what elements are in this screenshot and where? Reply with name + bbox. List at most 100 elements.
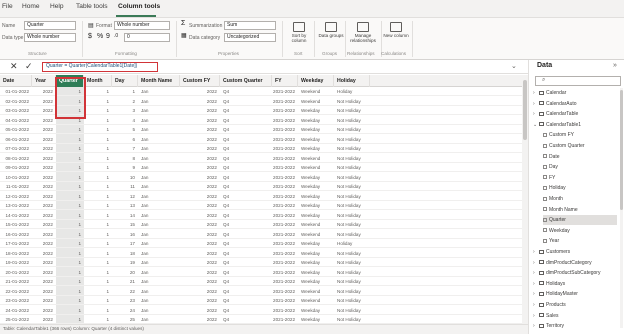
table-row[interactable]: 10-01-2022 2022 1 1 10 Jan 2022 Q4 2021-2022 Week…: [0, 173, 522, 182]
table-cell: 2022: [206, 193, 217, 199]
table-cell: 2022: [206, 317, 217, 322]
comma-button[interactable]: 9: [106, 33, 110, 40]
pane-scroll-thumb[interactable]: [620, 90, 623, 210]
table-row[interactable]: 07-01-2022 2022 1 1 7 Jan 2022 Q4 2021-2022 Weekd…: [0, 144, 522, 153]
data-category-select[interactable]: Uncategorized: [224, 33, 276, 42]
table-item-calendar[interactable]: › Calendar: [533, 88, 617, 98]
column-header-year[interactable]: Year: [32, 75, 56, 87]
decimal-places-input[interactable]: 0: [124, 33, 170, 42]
field-item-weekday[interactable]: Weekday: [543, 226, 617, 236]
table-row[interactable]: 08-01-2022 2022 1 1 8 Jan 2022 Q4 2021-2022 Weeke…: [0, 154, 522, 163]
field-item-date[interactable]: Date: [543, 152, 617, 162]
table-item-holidaymaster[interactable]: › HolidayMaster: [533, 289, 617, 299]
table-cell: 2022: [206, 146, 217, 151]
manage-relationships-button[interactable]: Manage relationships: [346, 20, 380, 50]
table-item-calendarauto[interactable]: › CalendarAuto: [533, 99, 617, 109]
table-cell: Jan: [141, 307, 149, 313]
table-cell: 2022: [206, 212, 217, 218]
table-item-calendartable1[interactable]: ⌄ CalendarTable1: [533, 120, 617, 130]
table-item-calendartable[interactable]: › CalendarTable: [533, 109, 617, 119]
percent-button[interactable]: %: [97, 33, 103, 40]
menu-home[interactable]: Home: [22, 3, 40, 10]
table-row[interactable]: 20-01-2022 2022 1 1 20 Jan 2022 Q4 2021-2022 Week…: [0, 268, 522, 277]
table-row[interactable]: 24-01-2022 2022 1 1 24 Jan 2022 Q4 2021-2022 Week…: [0, 306, 522, 315]
column-header-month-name[interactable]: Month Name: [138, 75, 180, 87]
commit-formula-icon[interactable]: ✓: [25, 61, 33, 72]
new-column-button[interactable]: New column: [381, 20, 411, 50]
collapse-pane-icon[interactable]: »: [613, 62, 617, 69]
table-row[interactable]: 22-01-2022 2022 1 1 22 Jan 2022 Q4 2021-2022 Week…: [0, 287, 522, 296]
table-item-dimproductsubcategory[interactable]: › dimProductSubCategory: [533, 268, 617, 278]
table-cell: Jan: [141, 165, 149, 170]
item-label: Calendar: [546, 90, 567, 96]
sort-by-column-button[interactable]: Sort by column: [284, 20, 314, 50]
table-cell: Jan: [141, 155, 149, 161]
table-row[interactable]: 09-01-2022 2022 1 1 9 Jan 2022 Q4 2021-2022 Weeke…: [0, 163, 522, 172]
table-row[interactable]: 11-01-2022 2022 1 1 11 Jan 2022 Q4 2021-2022 Week…: [0, 182, 522, 191]
table-row[interactable]: 14-01-2022 2022 1 1 14 Jan 2022 Q4 2021-2022 Week…: [0, 211, 522, 220]
table-item-products[interactable]: › Products: [533, 300, 617, 310]
column-header-date[interactable]: Date: [0, 75, 32, 87]
table-row[interactable]: 16-01-2022 2022 1 1 16 Jan 2022 Q4 2021-2022 Week…: [0, 230, 522, 239]
currency-button[interactable]: $: [88, 33, 92, 40]
expand-formula-chevron-icon[interactable]: ⌄: [511, 62, 517, 70]
table-cell: 1: [106, 203, 109, 208]
column-header-weekday[interactable]: Weekday: [298, 75, 334, 87]
column-header-custom-quarter[interactable]: Custom Quarter: [220, 75, 272, 87]
field-item-month-name[interactable]: Month Name: [543, 205, 617, 215]
table-row[interactable]: 17-01-2022 2022 1 1 17 Jan 2022 Q4 2021-2022 Week…: [0, 239, 522, 248]
menu-table-tools[interactable]: Table tools: [76, 3, 108, 10]
column-header-month[interactable]: Month: [84, 75, 112, 87]
data-groups-button[interactable]: Data groups: [316, 20, 346, 50]
table-cell: 1: [78, 165, 81, 170]
column-header-fy[interactable]: FY: [272, 75, 298, 87]
table-cell: Jan: [141, 108, 149, 113]
column-header-custom-fy[interactable]: Custom FY: [180, 75, 220, 87]
name-input[interactable]: Quarter: [24, 21, 76, 30]
table-cell: Weekend: [301, 89, 321, 94]
table-cell: Weekday: [301, 307, 321, 313]
formula-input[interactable]: Quarter = Quarter(CalendarTable1[Date]): [42, 62, 158, 72]
table-row[interactable]: 18-01-2022 2022 1 1 18 Jan 2022 Q4 2021-2022 Week…: [0, 249, 522, 258]
table-row[interactable]: 13-01-2022 2022 1 1 13 Jan 2022 Q4 2021-2022 Week…: [0, 201, 522, 210]
field-item-day[interactable]: Day: [543, 162, 617, 172]
field-item-custom-fy[interactable]: Custom FY: [543, 130, 617, 140]
field-item-fy[interactable]: FY: [543, 173, 617, 183]
table-item-territory[interactable]: › Territory: [533, 321, 617, 331]
table-item-dimproductcategory[interactable]: › dimProductCategory: [533, 258, 617, 268]
field-item-custom-quarter[interactable]: Custom Quarter: [543, 141, 617, 151]
table-item-customers[interactable]: › Customers: [533, 247, 617, 257]
table-row[interactable]: 15-01-2022 2022 1 1 15 Jan 2022 Q4 2021-2022 Week…: [0, 220, 522, 229]
cancel-formula-icon[interactable]: ✕: [10, 61, 18, 72]
field-item-month[interactable]: Month: [543, 194, 617, 204]
field-icon: [543, 132, 547, 137]
format-select[interactable]: Whole number: [114, 21, 170, 30]
field-item-year[interactable]: Year: [543, 236, 617, 246]
table-row[interactable]: 23-01-2022 2022 1 1 23 Jan 2022 Q4 2021-2022 Week…: [0, 296, 522, 305]
table-cell: 3: [132, 108, 135, 113]
field-item-holiday[interactable]: Holiday: [543, 183, 617, 193]
table-cell: Q4: [223, 260, 230, 265]
table-row[interactable]: 19-01-2022 2022 1 1 19 Jan 2022 Q4 2021-2022 Week…: [0, 258, 522, 267]
grid-scroll-thumb[interactable]: [523, 80, 527, 140]
table-row[interactable]: 12-01-2022 2022 1 1 12 Jan 2022 Q4 2021-2022 Week…: [0, 192, 522, 201]
summarization-select[interactable]: Sum: [224, 21, 276, 30]
field-item-quarter[interactable]: Quarter: [543, 215, 617, 226]
menu-help[interactable]: Help: [50, 3, 64, 10]
datatype-select[interactable]: Whole number: [24, 33, 76, 42]
table-cell: Weekday: [301, 250, 321, 256]
table-row[interactable]: 06-01-2022 2022 1 1 6 Jan 2022 Q4 2021-2022 Weekd…: [0, 135, 522, 144]
table-cell: Q4: [223, 203, 230, 208]
column-header-holiday[interactable]: Holiday: [334, 75, 370, 87]
column-header-day[interactable]: Day: [112, 75, 138, 87]
data-search-input[interactable]: ⌕: [535, 76, 621, 86]
menu-file[interactable]: File: [2, 3, 13, 10]
table-item-sales[interactable]: › Sales: [533, 311, 617, 321]
menu-column-tools[interactable]: Column tools: [118, 3, 160, 10]
table-row[interactable]: 21-01-2022 2022 1 1 21 Jan 2022 Q4 2021-2022 Week…: [0, 277, 522, 286]
decimal-icon[interactable]: .0: [114, 33, 118, 39]
table-item-holidays[interactable]: › Holidays: [533, 279, 617, 289]
table-row[interactable]: 05-01-2022 2022 1 1 5 Jan 2022 Q4 2021-2022 Weekd…: [0, 125, 522, 134]
table-cell: 2021-2022: [273, 165, 295, 170]
table-row[interactable]: 25-01-2022 2022 1 1 25 Jan 2022 Q4 2021-2022 Week…: [0, 315, 522, 324]
